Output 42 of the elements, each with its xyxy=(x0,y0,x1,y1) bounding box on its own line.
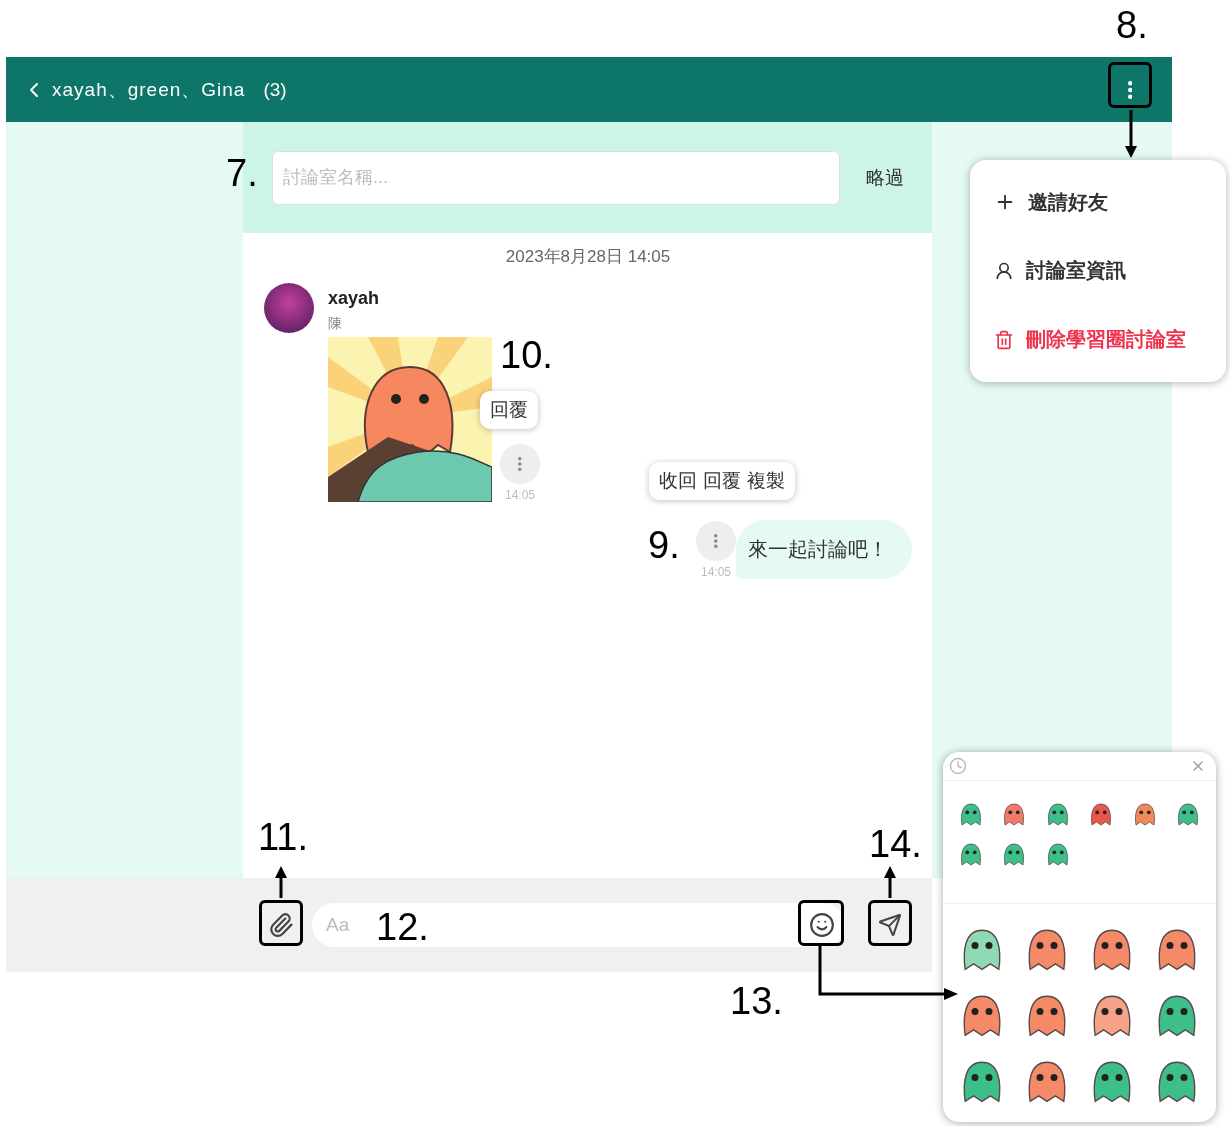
more-icon xyxy=(1127,80,1133,99)
message-input[interactable]: Aa xyxy=(324,913,364,937)
member-count: (3) xyxy=(263,78,287,101)
annotation-number: 10. xyxy=(500,336,553,374)
paperclip-icon xyxy=(268,912,294,938)
skip-button[interactable]: 略過 xyxy=(866,164,904,191)
annotation-number: 11. xyxy=(258,818,308,856)
action-button[interactable]: 回覆 xyxy=(703,468,741,494)
room-name-input[interactable]: 討論室名稱... xyxy=(272,150,840,205)
send-icon xyxy=(878,913,902,937)
annotation-number: 7. xyxy=(226,154,258,192)
action-button[interactable]: 複製 xyxy=(747,468,785,494)
annotation-number: 13. xyxy=(730,982,783,1020)
menu-item[interactable]: 刪除學習圈討論室 xyxy=(970,326,1226,354)
message-time: 14:05 xyxy=(701,565,731,579)
more-icon xyxy=(714,534,718,548)
avatar xyxy=(264,283,314,333)
message-bubble: 來一起討論吧！ xyxy=(736,520,912,579)
action-button[interactable]: 收回 xyxy=(659,468,697,494)
sender-name: xayah xyxy=(328,288,381,309)
annotation-number: 8. xyxy=(1116,6,1148,44)
annotation-arrow xyxy=(1125,110,1137,158)
highlight-frame xyxy=(1108,62,1152,108)
annotation-number: 12. xyxy=(376,908,429,946)
annotation-number: 14. xyxy=(869,825,922,863)
annotation-number: 9. xyxy=(648,526,680,564)
more-icon xyxy=(518,457,522,471)
highlight-frame xyxy=(868,900,912,946)
action-button[interactable]: 回覆 xyxy=(490,397,528,423)
menu-item[interactable]: 邀請好友 xyxy=(970,188,1226,216)
smiley-icon xyxy=(809,912,835,938)
date-divider: 2023年8月28日 14:05 xyxy=(505,246,671,268)
message-time: 14:05 xyxy=(505,488,535,502)
highlight-frame xyxy=(798,900,844,946)
highlight-frame xyxy=(259,900,303,946)
annotation-arrow xyxy=(884,866,896,898)
user-icon xyxy=(994,261,1014,281)
menu-item[interactable]: 討論室資訊 xyxy=(970,257,1226,285)
trash-icon xyxy=(994,329,1014,350)
chat-title: xayah、green、Gina xyxy=(52,77,246,102)
annotation-arrow xyxy=(275,866,287,898)
sender-subtitle: 陳 xyxy=(328,315,343,333)
